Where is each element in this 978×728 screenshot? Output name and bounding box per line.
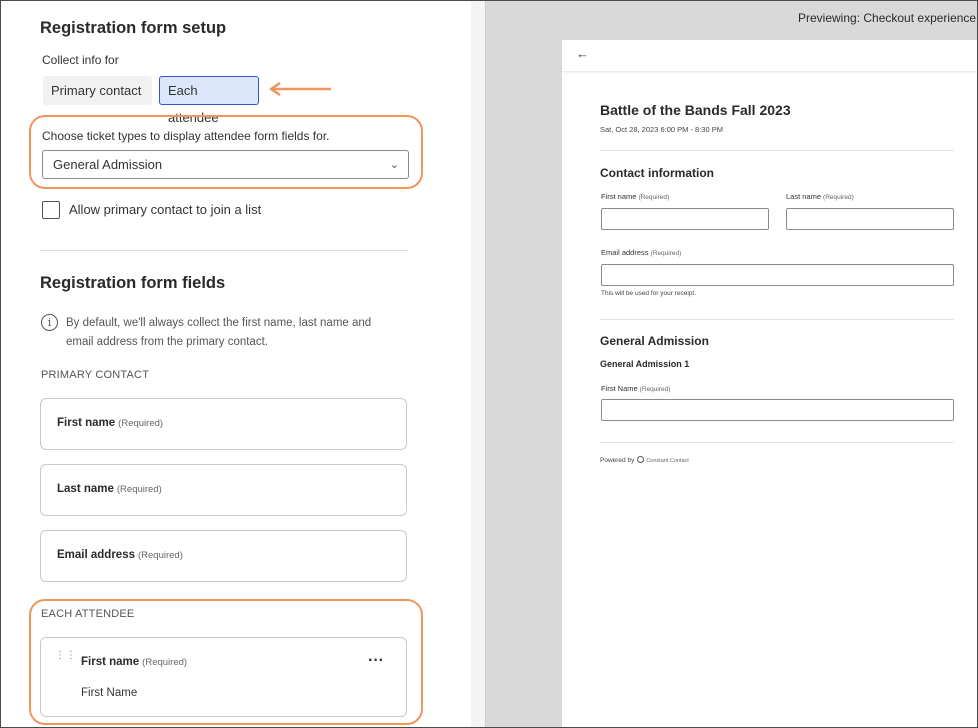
field-card-last-name[interactable]: Last name (Required) — [40, 464, 407, 516]
primary-contact-caption: PRIMARY CONTACT — [41, 369, 150, 381]
back-arrow-icon[interactable]: ← — [576, 46, 589, 61]
fields-title: Registration form fields — [40, 274, 226, 292]
info-text: By default, we'll always collect the fir… — [66, 317, 372, 348]
ga-subheading: General Admission 1 — [600, 359, 690, 369]
field-name: Email address — [57, 549, 135, 561]
section-divider — [40, 250, 408, 251]
field-name: First name — [81, 656, 140, 668]
allow-join-list-label: Allow primary contact to join a list — [69, 202, 262, 217]
setup-panel: Registration form setup Collect info for… — [1, 1, 471, 727]
divider — [600, 442, 954, 443]
powered-by: Powered by Constant Contact — [600, 456, 689, 464]
required-tag: (Required) — [118, 418, 164, 429]
last-name-input[interactable] — [786, 208, 954, 230]
required-tag: (Required) — [137, 550, 183, 561]
preview-topbar: ← — [562, 40, 977, 72]
event-title: Battle of the Bands Fall 2023 — [600, 102, 791, 118]
ga-first-name-input[interactable] — [601, 399, 954, 421]
field-name: First name — [57, 417, 116, 429]
each-attendee-caption: EACH ATTENDEE — [41, 608, 135, 620]
info-icon: i — [41, 314, 58, 331]
ticket-types-label: Choose ticket types to display attendee … — [42, 129, 330, 143]
ticket-type-select[interactable]: General Admission ⌄ — [42, 150, 409, 179]
collect-info-label: Collect info for — [42, 53, 119, 67]
constant-contact-logo-icon — [637, 456, 645, 463]
ticket-type-value: General Admission — [53, 157, 163, 172]
attendee-field-card[interactable]: ⋮⋮ First name (Required) ··· First Name — [40, 637, 407, 717]
required-tag: (Required) — [116, 484, 162, 495]
divider — [600, 319, 954, 320]
first-name-input[interactable] — [601, 208, 769, 230]
preview-form: ← Battle of the Bands Fall 2023 Sat, Oct… — [562, 40, 977, 727]
contact-heading: Contact information — [600, 166, 714, 180]
email-input[interactable] — [601, 264, 954, 286]
email-label: Email address (Required) — [601, 248, 682, 257]
field-label-preview: First Name — [81, 687, 138, 699]
required-tag: (Required) — [142, 657, 188, 668]
drag-handle-icon[interactable]: ⋮⋮ — [55, 651, 77, 661]
email-help-text: This will be used for your receipt. — [601, 290, 697, 297]
ga-first-name-label: First Name (Required) — [601, 384, 671, 393]
preview-header: Previewing: Checkout experience (2 — [798, 11, 978, 25]
more-options-icon[interactable]: ··· — [368, 652, 384, 670]
last-name-label: Last name (Required) — [786, 192, 854, 201]
field-name: Last name — [57, 483, 114, 495]
field-card-email[interactable]: Email address (Required) — [40, 530, 407, 582]
first-name-label: First name (Required) — [601, 192, 670, 201]
panel-splitter[interactable] — [471, 1, 486, 727]
field-card-first-name[interactable]: First name (Required) — [40, 398, 407, 450]
preview-panel: Previewing: Checkout experience (2 ← Bat… — [471, 1, 978, 727]
event-date: Sat, Oct 28, 2023 6:00 PM - 8:30 PM — [600, 125, 723, 134]
allow-join-list-checkbox[interactable] — [42, 201, 60, 219]
chevron-down-icon: ⌄ — [389, 159, 399, 171]
primary-contact-button[interactable]: Primary contact — [43, 76, 152, 105]
setup-title: Registration form setup — [40, 19, 227, 37]
divider — [600, 150, 954, 151]
ga-heading: General Admission — [600, 334, 709, 348]
each-attendee-button[interactable]: Each attendee — [159, 76, 259, 125]
callout-arrow-icon — [269, 81, 331, 97]
screen: Registration form setup Collect info for… — [0, 0, 978, 728]
